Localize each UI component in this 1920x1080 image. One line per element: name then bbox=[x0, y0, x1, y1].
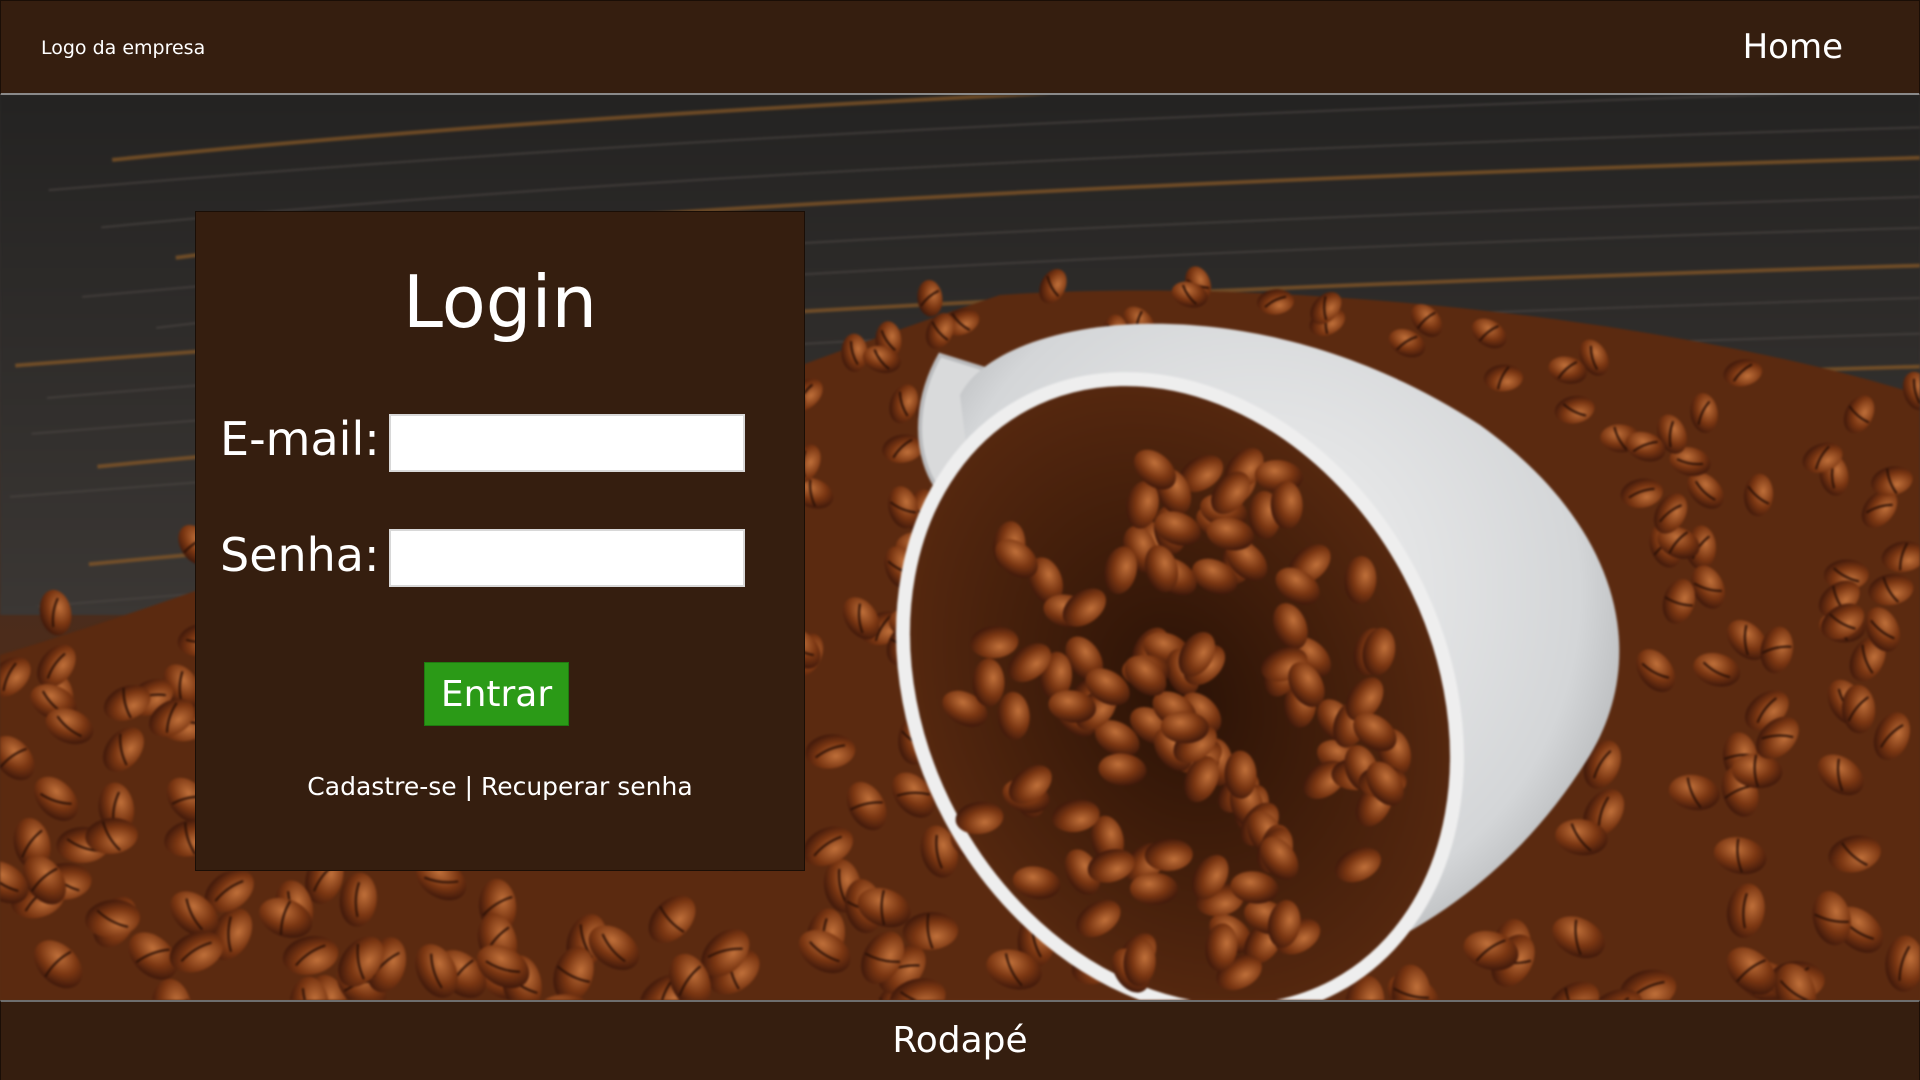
header-bar: Logo da empresa Home bbox=[0, 0, 1920, 96]
nav-home-link[interactable]: Home bbox=[1743, 27, 1843, 67]
page: Logo da empresa Home Login E-mail: Senha… bbox=[0, 0, 1920, 1080]
password-field[interactable] bbox=[389, 529, 745, 587]
recover-password-link[interactable]: Recuperar senha bbox=[481, 772, 693, 801]
company-logo[interactable]: Logo da empresa bbox=[41, 37, 205, 59]
link-separator: | bbox=[456, 772, 481, 801]
footer-text: Rodapé bbox=[892, 1020, 1028, 1061]
footer-bar: Rodapé bbox=[0, 1000, 1920, 1080]
login-title: Login bbox=[402, 260, 598, 344]
email-label: E-mail: bbox=[220, 412, 380, 466]
register-link[interactable]: Cadastre-se bbox=[307, 772, 456, 801]
login-card: Login E-mail: Senha: Entrar Cadastre-se … bbox=[195, 211, 805, 871]
email-field[interactable] bbox=[389, 414, 745, 472]
password-label: Senha: bbox=[220, 528, 380, 582]
login-links: Cadastre-se | Recuperar senha bbox=[196, 772, 804, 801]
login-submit-button[interactable]: Entrar bbox=[424, 662, 569, 726]
